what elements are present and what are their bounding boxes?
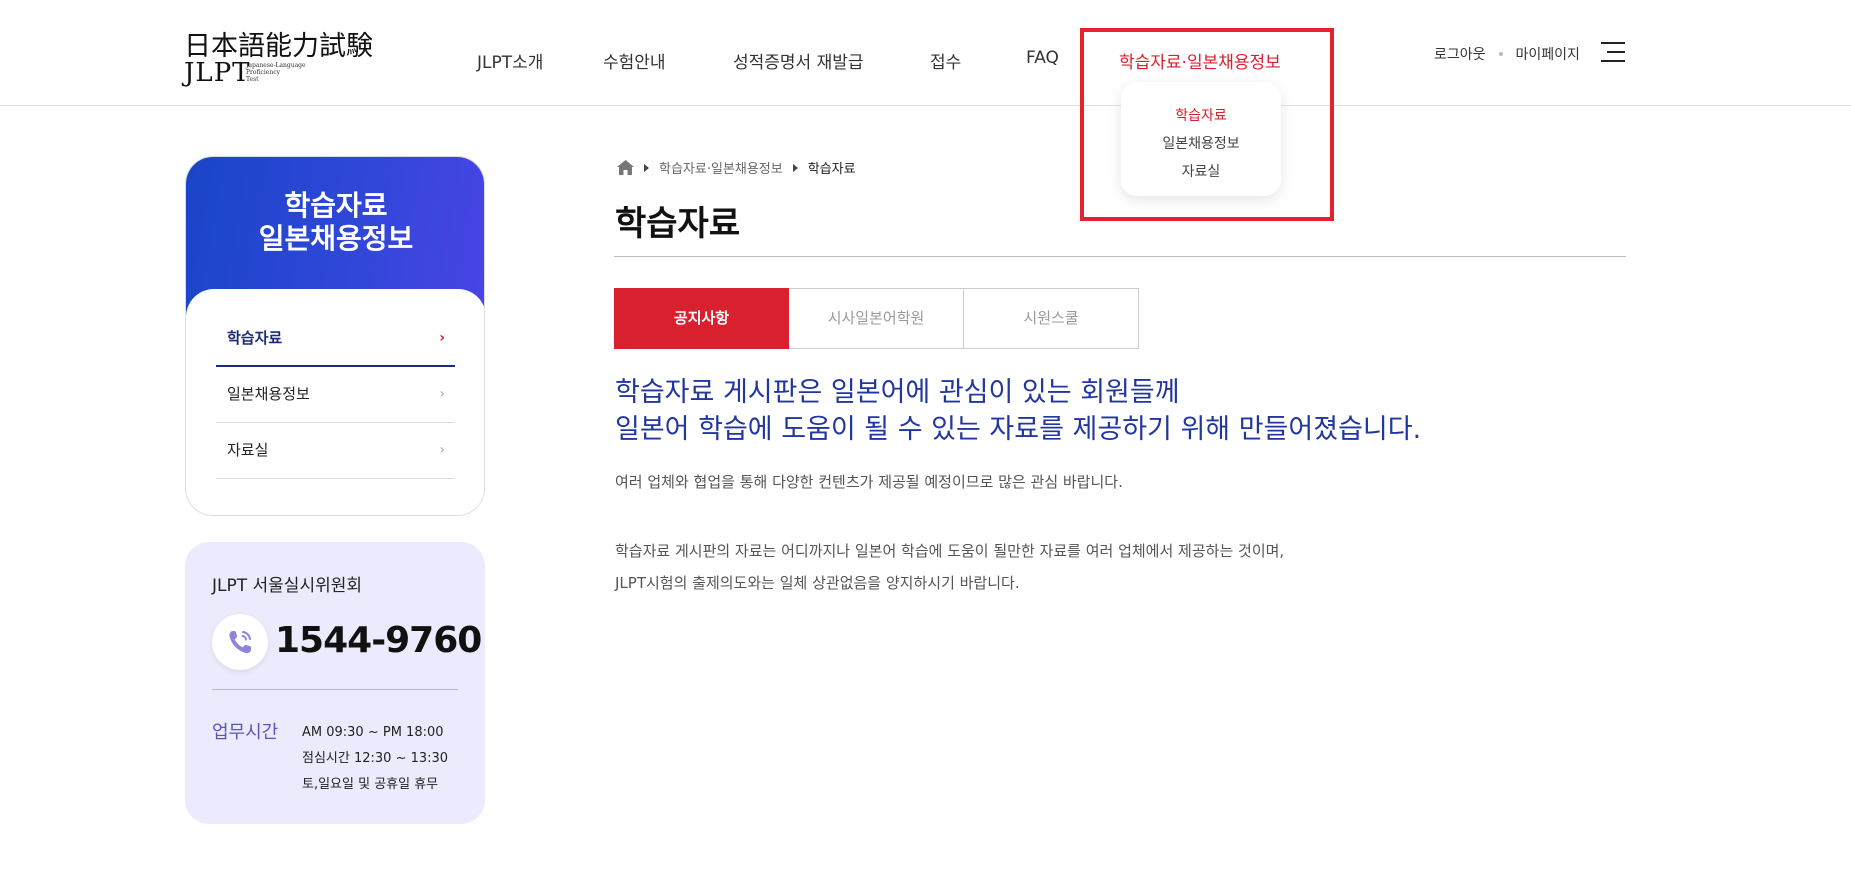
sidebar-item-archive[interactable]: 자료실 › [216, 423, 455, 479]
disclaimer-line: JLPT시험의 출제의도와는 일체 상관없음을 양지하시기 바랍니다. [615, 574, 1020, 592]
sidebar-menu: 학습자료 일본채용정보 학습자료 › 일본채용정보 › 자료실 › [185, 156, 485, 516]
home-icon[interactable] [617, 160, 634, 175]
sidebar-list: 학습자료 › 일본채용정보 › 자료실 › [216, 311, 455, 479]
tab-notice[interactable]: 공지사항 [614, 288, 789, 349]
sidebar-item-job-info[interactable]: 일본채용정보 › [216, 367, 455, 423]
logo-subtitle: Japanese-Language Proficiency Test [246, 62, 306, 83]
sidebar-body: 학습자료 › 일본채용정보 › 자료실 › [186, 289, 484, 515]
breadcrumb-current: 학습자료 [807, 162, 856, 177]
sidebar-item-label: 일본채용정보 [227, 385, 310, 403]
lead-text: 학습자료 게시판은 일본어에 관심이 있는 회원들께 일본어 학습에 도움이 될… [615, 374, 1421, 448]
chevron-right-icon: › [439, 386, 445, 402]
chevron-right-icon: › [439, 442, 445, 458]
disclaimer-text: 학습자료 게시판의 자료는 어디까지나 일본어 학습에 도움이 될만한 자료를 … [615, 535, 1284, 599]
title-divider [614, 256, 1626, 257]
sidebar-title-line: 학습자료 [284, 189, 388, 222]
hours-line: 토,일요일 및 공휴일 휴무 [302, 777, 439, 792]
description-text: 여러 업체와 협업을 통해 다양한 컨텐츠가 제공될 예정이므로 많은 관심 바… [615, 473, 1123, 491]
logo-sub-line: Japanese-Language [246, 62, 306, 69]
breadcrumb-caret [792, 163, 798, 172]
logout-link[interactable]: 로그아웃 [1434, 47, 1486, 63]
chevron-right-icon: › [439, 330, 445, 346]
lead-line: 학습자료 게시판은 일본어에 관심이 있는 회원들께 [615, 377, 1180, 408]
site-header: 日本語能力試験 JLPT Japanese-Language Proficien… [0, 0, 1851, 106]
breadcrumb-parent[interactable]: 학습자료·일본채용정보 [659, 158, 783, 177]
tab-siwon-school[interactable]: 시원스쿨 [964, 288, 1139, 349]
sidebar-item-label: 자료실 [227, 441, 269, 459]
jlpt-logo[interactable]: 日本語能力試験 JLPT Japanese-Language Proficien… [184, 24, 384, 94]
sidebar-title: 학습자료 일본채용정보 [186, 189, 484, 255]
disclaimer-line: 학습자료 게시판의 자료는 어디까지나 일본어 학습에 도움이 될만한 자료를 … [615, 542, 1285, 560]
breadcrumb-caret [644, 163, 649, 172]
divider [212, 689, 458, 690]
phone-number: 1544-9760 [275, 620, 482, 661]
hours-line: 점심시간 12:30 ~ 13:30 [302, 751, 449, 766]
utility-links: 로그아웃 마이페이지 [1434, 44, 1580, 64]
breadcrumb: 학습자료·일본채용정보 학습자료 [617, 158, 856, 177]
content-tabs: 공지사항 시사일본어학원 시원스쿨 [614, 288, 1139, 349]
hours-line: AM 09:30 ~ PM 18:00 [302, 725, 444, 740]
logo-sub-line: Test [246, 76, 259, 83]
phone-icon [212, 614, 268, 670]
logo-jlpt: JLPT [184, 58, 251, 88]
contact-title: JLPT 서울실시위원회 [212, 576, 363, 596]
hours-label: 업무시간 [212, 722, 279, 743]
separator-dot [1498, 51, 1503, 56]
mypage-link[interactable]: 마이페이지 [1516, 47, 1580, 63]
page-title: 학습자료 [615, 204, 741, 244]
sidebar-item-study-materials[interactable]: 학습자료 › [216, 311, 455, 367]
business-hours: AM 09:30 ~ PM 18:00 점심시간 12:30 ~ 13:30 토… [302, 720, 448, 798]
lead-line: 일본어 학습에 도움이 될 수 있는 자료를 제공하기 위해 만들어졌습니다. [615, 414, 1422, 445]
nav-exam-guide[interactable]: 수험안내 [603, 48, 666, 73]
hamburger-icon[interactable] [1601, 42, 1625, 62]
sidebar-item-label: 학습자료 [227, 329, 283, 347]
sidebar-title-line: 일본채용정보 [258, 222, 414, 255]
contact-box: JLPT 서울실시위원회 1544-9760 업무시간 AM 09:30 ~ P… [185, 542, 485, 824]
nav-registration[interactable]: 접수 [930, 48, 961, 73]
tab-sisa-academy[interactable]: 시사일본어학원 [789, 288, 964, 349]
nav-certificate-reissue[interactable]: 성적증명서 재발급 [733, 48, 864, 73]
logo-sub-line: Proficiency [246, 69, 280, 76]
nav-faq[interactable]: FAQ [1026, 48, 1059, 68]
highlight-frame [1080, 28, 1334, 221]
nav-jlpt-intro[interactable]: JLPT소개 [477, 48, 543, 73]
